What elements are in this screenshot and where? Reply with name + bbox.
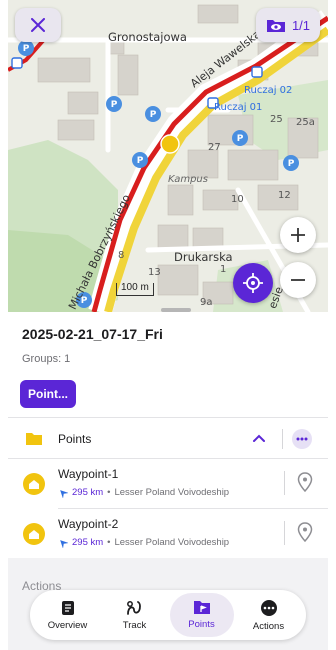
dot-separator: • — [107, 537, 111, 548]
map-canvas: P P P P P P P 25 25a 27 10 12 13 9a 8 1 — [8, 0, 328, 312]
svg-text:8: 8 — [118, 250, 124, 261]
house-icon — [29, 529, 39, 539]
svg-text:1: 1 — [220, 264, 226, 275]
point-menu-button[interactable]: Point... — [20, 380, 76, 408]
more-icon — [260, 599, 277, 616]
tab-label: Track — [122, 619, 147, 631]
svg-text:12: 12 — [278, 190, 291, 201]
zoom-in-button[interactable] — [280, 217, 316, 253]
street-label-kampus: Kampus — [168, 174, 208, 185]
svg-text:P: P — [23, 44, 30, 54]
group-header-points[interactable]: Points — [8, 420, 328, 458]
house-icon — [29, 479, 39, 489]
waypoint-meta: 295 km • Lesser Poland Voivodeship — [58, 487, 229, 498]
street-label-gronostajowa: Gronostajowa — [108, 30, 187, 44]
points-folder-icon — [193, 601, 210, 614]
waypoint-name: Waypoint-1 — [58, 467, 119, 481]
svg-text:P: P — [137, 156, 144, 166]
waypoint-badge — [23, 523, 45, 545]
tab-label: Points — [188, 619, 215, 630]
waypoint-row[interactable]: Waypoint-2 295 km • Lesser Poland Voivod… — [8, 508, 328, 558]
svg-text:10: 10 — [231, 194, 244, 205]
crosshair-icon — [243, 273, 263, 293]
svg-text:P: P — [111, 100, 118, 110]
group-name: Points — [58, 432, 92, 446]
svg-text:13: 13 — [148, 267, 161, 278]
chevron-up-icon[interactable] — [252, 432, 266, 444]
track-title: 2025-02-21_07-17_Fri — [22, 326, 163, 342]
waypoint-row[interactable]: Waypoint-1 295 km • Lesser Poland Voivod… — [8, 458, 328, 508]
waypoint-badge — [23, 473, 45, 495]
groups-count: Groups: 1 — [22, 353, 71, 365]
visible-layers-button[interactable]: 1/1 — [256, 8, 320, 42]
divider — [284, 471, 285, 495]
zoom-out-button[interactable] — [280, 262, 316, 298]
divider — [8, 417, 328, 418]
tram-stop-label-ruczaj-02: Ruczaj 02 — [244, 85, 293, 96]
divider — [284, 521, 285, 545]
tram-stop-label-ruczaj-01: Ruczaj 01 — [214, 102, 263, 113]
location-pin-icon[interactable] — [297, 522, 313, 542]
tab-overview[interactable]: Overview — [36, 593, 100, 637]
close-icon — [31, 18, 45, 32]
group-options-button[interactable] — [292, 429, 312, 449]
plus-icon — [291, 228, 305, 242]
document-icon — [61, 600, 74, 615]
waypoint-region: Lesser Poland Voivodeship — [114, 487, 230, 498]
svg-text:9a: 9a — [200, 297, 213, 308]
map-scale: 100 m — [116, 283, 154, 296]
divider — [282, 429, 283, 449]
svg-text:P: P — [150, 110, 157, 120]
tab-track[interactable]: Track — [103, 593, 167, 637]
map-view[interactable]: P P P P P P P 25 25a 27 10 12 13 9a 8 1 — [8, 0, 328, 312]
close-button[interactable] — [15, 8, 61, 42]
svg-text:27: 27 — [208, 142, 221, 153]
tab-label: Actions — [252, 620, 285, 632]
direction-arrow-icon — [60, 489, 68, 498]
tab-label: Overview — [47, 619, 88, 631]
waypoint-name: Waypoint-2 — [58, 517, 119, 531]
layers-count: 1/1 — [291, 17, 311, 33]
dot-separator: • — [107, 487, 111, 498]
waypoint-distance: 295 km — [72, 537, 104, 548]
sheet-drag-handle[interactable] — [161, 308, 191, 312]
location-pin-icon[interactable] — [297, 472, 313, 492]
svg-text:P: P — [288, 159, 295, 169]
tab-points[interactable]: Points — [169, 593, 234, 637]
bottom-navigation: Overview Track Points Actions — [30, 590, 306, 640]
street-label-drukarska: Drukarska — [174, 250, 233, 264]
waypoint-meta: 295 km • Lesser Poland Voivodeship — [58, 537, 229, 548]
folder-icon — [26, 433, 42, 445]
svg-text:25a: 25a — [296, 117, 315, 128]
folder-eye-icon — [266, 20, 285, 32]
svg-text:25: 25 — [270, 114, 283, 125]
minus-icon — [291, 279, 305, 281]
direction-arrow-icon — [60, 539, 68, 548]
tab-actions[interactable]: Actions — [237, 593, 301, 637]
waypoint-distance: 295 km — [72, 487, 104, 498]
route-icon — [126, 600, 141, 615]
waypoint-region: Lesser Poland Voivodeship — [114, 537, 230, 548]
my-location-button[interactable] — [233, 263, 273, 303]
more-dots-icon — [296, 437, 308, 441]
svg-text:P: P — [237, 134, 244, 144]
